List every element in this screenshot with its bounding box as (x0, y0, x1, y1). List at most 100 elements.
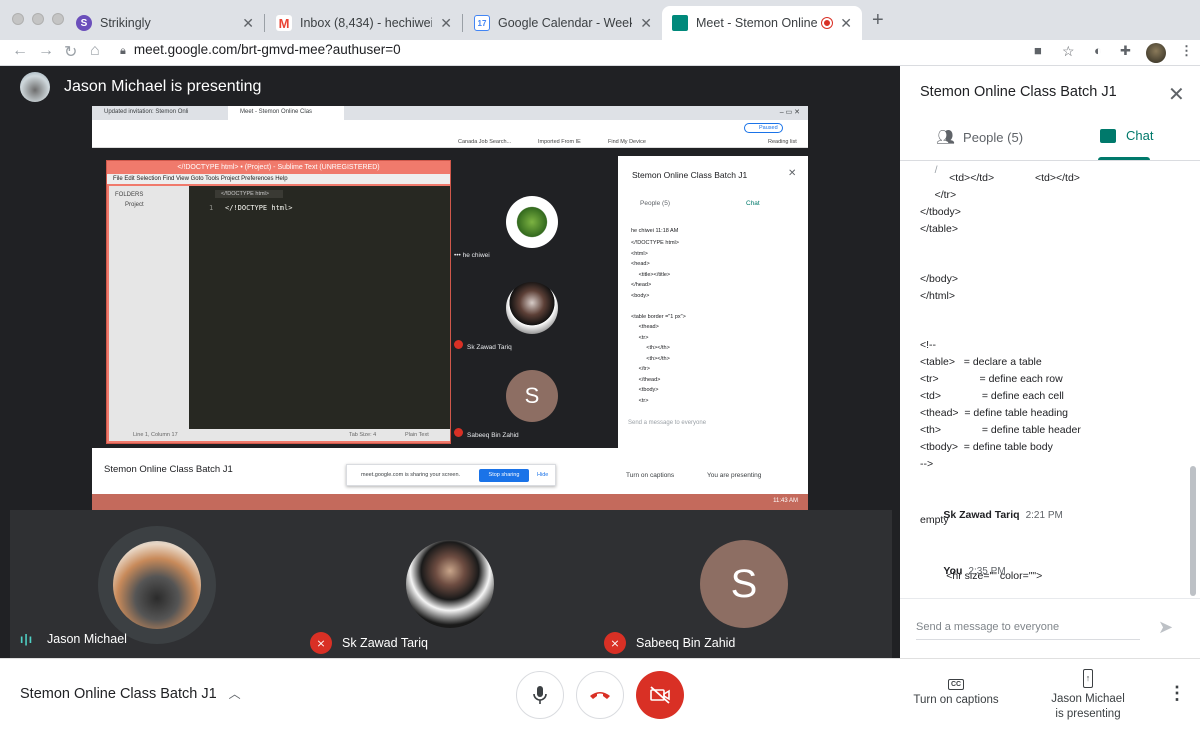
home-icon[interactable]: ⌂ (90, 42, 100, 60)
meet-window: S Strikingly ✕ M Inbox (8,434) - hechiwe… (0, 0, 1200, 731)
mini-chat-sender: he chiwei 11:18 AM (631, 228, 679, 234)
present-screen-icon: ↑ (1082, 669, 1094, 688)
bookmark-star-icon[interactable]: ☆ (1062, 43, 1075, 60)
shared-window-controls: – ▭ ✕ (779, 109, 800, 116)
participant-name: Sk Zawad Tariq (342, 636, 428, 650)
browser-menu-icon[interactable]: ⋮ (1180, 43, 1193, 59)
sabeeq-film-avatar: S (700, 540, 788, 628)
microphone-icon (533, 686, 547, 704)
profile-avatar[interactable] (1146, 43, 1166, 63)
more-options-icon[interactable]: ⋮ (1168, 683, 1186, 704)
chat-scrollbar[interactable] (1190, 466, 1196, 596)
url-field[interactable]: 🔒︎ meet.google.com/brt-gmvd-mee?authuser=… (120, 42, 401, 58)
url-text: meet.google.com/brt-gmvd-mee?authuser=0 (133, 42, 401, 57)
sabeeq-avatar: S (506, 370, 558, 422)
line-number: 1 (209, 204, 214, 212)
mini-close-icon: ✕ (788, 168, 797, 179)
shared-tab: Updated invitation: Stemon Onli (104, 109, 189, 115)
tab-chat[interactable]: Chat (1100, 128, 1153, 143)
back-icon[interactable]: ← (12, 42, 28, 60)
presenter-header: Jason Michael is presenting (20, 72, 261, 102)
mini-people-tab: People (5) (640, 200, 670, 207)
chat-panel: Stemon Online Class Batch J1 ✕ 👥︎ People… (900, 66, 1200, 658)
chat-line: </table> (920, 223, 958, 235)
captions-icon: CC (947, 679, 965, 690)
sublime-title: </!DOCTYPE html> • (Project) - Sublime T… (177, 164, 380, 171)
close-icon[interactable]: ✕ (1168, 82, 1185, 107)
presenting-button[interactable]: ↑ Jason Michael is presenting (1046, 669, 1130, 722)
mini-chat-tabs: People (5) Chat (618, 196, 808, 212)
window-close-dot[interactable] (12, 13, 24, 25)
bookmark: Find My Device (608, 139, 646, 145)
shared-captions-label: Turn on captions (626, 472, 675, 479)
new-tab-icon[interactable]: + (872, 9, 884, 32)
captions-label: Turn on captions (913, 694, 999, 706)
participant-name: Sabeeq Bin Zahid (636, 636, 736, 650)
tab-gmail[interactable]: M Inbox (8,434) - hechiwei0408 ✕ (266, 6, 462, 40)
tab-calendar[interactable]: 17 Google Calendar - Week of Apr ✕ (464, 6, 662, 40)
shared-tab-bar: Updated invitation: Stemon Onli Meet - S… (92, 106, 808, 120)
sk-zawad-avatar (506, 282, 558, 334)
chat-line: </tr> (920, 189, 957, 201)
participant-name: he chiwei (462, 252, 490, 259)
captions-button[interactable]: CC Turn on captions (912, 677, 1000, 706)
tab-close-icon[interactable]: ✕ (242, 15, 254, 32)
meeting-details-button[interactable]: Stemon Online Class Batch J1 ︿ (20, 685, 241, 702)
chat-line: <thead> = define table heading (920, 407, 1069, 419)
presenting-status-label: Jason Michael is presenting (1051, 693, 1125, 720)
camera-icon[interactable]: ■ (1034, 43, 1042, 58)
tab-label: People (5) (963, 129, 1024, 145)
send-icon[interactable]: ➤ (1158, 617, 1173, 638)
leave-call-button[interactable] (576, 671, 624, 719)
window-minimize-dot[interactable] (32, 13, 44, 25)
shared-presenting-label: You are presenting (707, 472, 762, 479)
tab-close-icon[interactable]: ✕ (440, 15, 452, 32)
extension-circle-icon[interactable]: ◐ (1094, 43, 1102, 58)
tab-title: Meet - Stemon Online Clas (696, 16, 818, 30)
tab-meet[interactable]: Meet - Stemon Online Clas ✕ (662, 6, 862, 40)
tab-label: Chat (1126, 128, 1154, 143)
sublime-window: </!DOCTYPE html> • (Project) - Sublime T… (106, 160, 451, 444)
tab-close-icon[interactable]: ✕ (840, 15, 852, 32)
sublime-editor: FOLDERS Project </!DOCTYPE html> 1 </!DO… (109, 186, 450, 429)
shared-chat-panel: Stemon Online Class Batch J1 ✕ People (5… (618, 156, 808, 448)
taskbar-clock: 11:43 AM (773, 498, 798, 504)
shared-bookmarks: Canada Job Search... Imported From IE Fi… (92, 136, 808, 148)
mini-chat-body: </!DOCTYPE html> <html> <head> <title></… (631, 240, 686, 404)
message-text: <hr size="" color=""> (920, 570, 1043, 582)
shared-taskbar: 11:43 AM (92, 494, 808, 510)
reload-icon[interactable]: ↻ (64, 42, 77, 62)
bookmark: Imported From IE (538, 139, 581, 145)
tab-people[interactable]: 👥︎ People (5) (936, 128, 1023, 146)
chat-line: <table> = declare a table (920, 356, 1042, 368)
window-zoom-dot[interactable] (52, 13, 64, 25)
shared-address-bar: Paused (92, 120, 808, 136)
chat-line: </html> (920, 290, 956, 302)
browser-tab-bar: S Strikingly ✕ M Inbox (8,434) - hechiwe… (0, 0, 1200, 40)
participant-name: Jason Michael (47, 632, 127, 646)
presenter-avatar (20, 72, 50, 102)
mic-off-icon: ⨯ (310, 632, 332, 654)
extensions-puzzle-icon[interactable]: ✚ (1120, 43, 1131, 59)
chat-line: <!-- (920, 339, 937, 351)
chat-line: </tbody> (920, 206, 961, 218)
panel-title: Stemon Online Class Batch J1 (920, 84, 1117, 100)
sk-zawad-film-avatar (406, 540, 494, 628)
mini-chat-title: Stemon Online Class Batch J1 (632, 170, 748, 180)
status-tab-size: Tab Size: 4 (349, 432, 377, 438)
camera-toggle-button[interactable] (636, 671, 684, 719)
sabeeq-name-row: ⨯ Sabeeq Bin Zahid (604, 632, 735, 654)
gmail-icon: M (276, 15, 292, 31)
chat-message-input[interactable]: Send a message to everyone (916, 621, 1140, 640)
forward-icon[interactable]: → (38, 42, 54, 60)
chat-line: --> (920, 458, 934, 470)
shared-meet-view: </!DOCTYPE html> • (Project) - Sublime T… (92, 148, 808, 448)
sublime-sidebar: FOLDERS Project (109, 186, 189, 429)
tab-close-icon[interactable]: ✕ (640, 15, 652, 32)
microphone-button[interactable] (516, 671, 564, 719)
tab-strikingly[interactable]: S Strikingly ✕ (66, 6, 264, 40)
mic-off-icon (454, 428, 463, 437)
he-chiwei-avatar (506, 196, 558, 248)
shared-meeting-name: Stemon Online Class Batch J1 (104, 464, 233, 475)
folders-label: FOLDERS (115, 192, 144, 198)
